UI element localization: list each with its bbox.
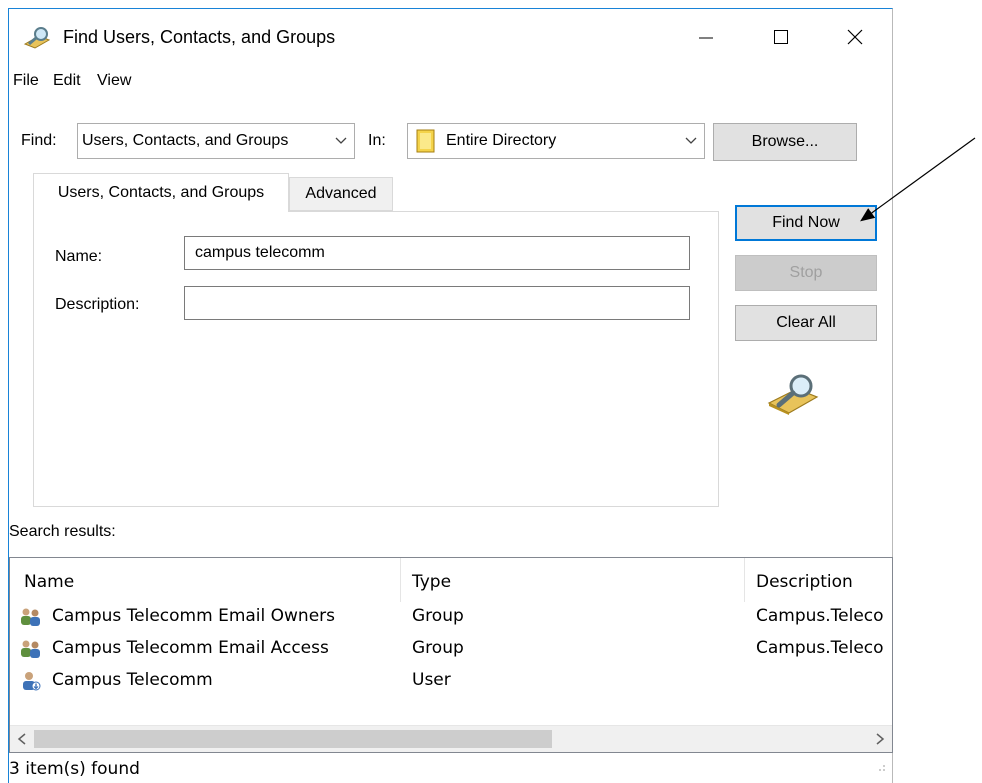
row-name: Campus Telecomm Email Owners [52,606,336,626]
name-label: Name: [55,248,103,265]
maximize-button[interactable] [753,17,809,57]
scroll-thumb[interactable] [34,730,552,748]
user-icon [20,671,42,691]
find-type-dropdown[interactable]: Users, Contacts, and Groups [77,123,355,159]
maximize-icon [774,30,788,44]
menu-bar: File Edit View [9,69,892,95]
group-icon [20,607,42,627]
window-title: Find Users, Contacts, and Groups [63,27,336,47]
table-row[interactable]: Campus Telecomm User [10,666,892,698]
find-dialog: Find Users, Contacts, and Groups File Ed… [8,8,893,783]
title-bar[interactable]: Find Users, Contacts, and Groups [9,9,892,61]
menu-file[interactable]: File [13,72,39,90]
row-type: Group [412,638,464,658]
close-icon [847,29,863,45]
column-header-description[interactable]: Description [756,572,853,592]
in-scope-dropdown[interactable]: Entire Directory [407,123,705,159]
find-row: Find: Users, Contacts, and Groups In: En… [9,123,892,167]
tab-panel: Name: campus telecomm Description: [33,211,719,507]
column-divider[interactable] [400,558,401,602]
column-header-type[interactable]: Type [412,572,451,592]
find-magnifier-icon [23,26,51,50]
row-type: User [412,670,451,690]
search-animation-icon [765,373,821,420]
directory-icon [416,129,436,153]
description-field[interactable] [184,286,690,320]
horizontal-scrollbar[interactable] [10,725,892,752]
find-type-value: Users, Contacts, and Groups [82,132,289,149]
status-text: 3 item(s) found [9,759,140,779]
in-label: In: [368,132,386,149]
column-header-name[interactable]: Name [24,572,74,592]
name-field[interactable]: campus telecomm [184,236,690,270]
chevron-down-icon [684,133,698,152]
row-description: Campus.Teleco [756,638,884,658]
in-scope-value: Entire Directory [446,132,557,149]
minimize-button[interactable] [678,17,734,57]
table-row[interactable]: Campus Telecomm Email Access Group Campu… [10,634,892,666]
close-button[interactable] [827,17,883,57]
results-list[interactable]: Name Type Description Campus Telecomm Em… [9,557,893,753]
row-name: Campus Telecomm [52,670,213,690]
row-type: Group [412,606,464,626]
resize-grip-icon[interactable] [874,759,886,777]
tab-advanced[interactable]: Advanced [289,177,393,211]
find-label: Find: [21,132,57,149]
column-divider[interactable] [744,558,745,602]
find-now-button[interactable]: Find Now [735,205,877,241]
menu-view[interactable]: View [97,72,131,90]
row-name: Campus Telecomm Email Access [52,638,329,658]
scroll-left-icon[interactable] [16,732,28,751]
chevron-down-icon [334,133,348,152]
stop-button[interactable]: Stop [735,255,877,291]
minimize-icon [699,37,713,39]
tab-users-contacts-groups[interactable]: Users, Contacts, and Groups [33,173,289,212]
table-row[interactable]: Campus Telecomm Email Owners Group Campu… [10,602,892,634]
row-description: Campus.Teleco [756,606,884,626]
menu-edit[interactable]: Edit [53,72,81,90]
scroll-right-icon[interactable] [874,732,886,751]
search-results-label: Search results: [9,523,116,540]
description-label: Description: [55,296,140,313]
browse-button[interactable]: Browse... [713,123,857,161]
group-icon [20,639,42,659]
clear-all-button[interactable]: Clear All [735,305,877,341]
